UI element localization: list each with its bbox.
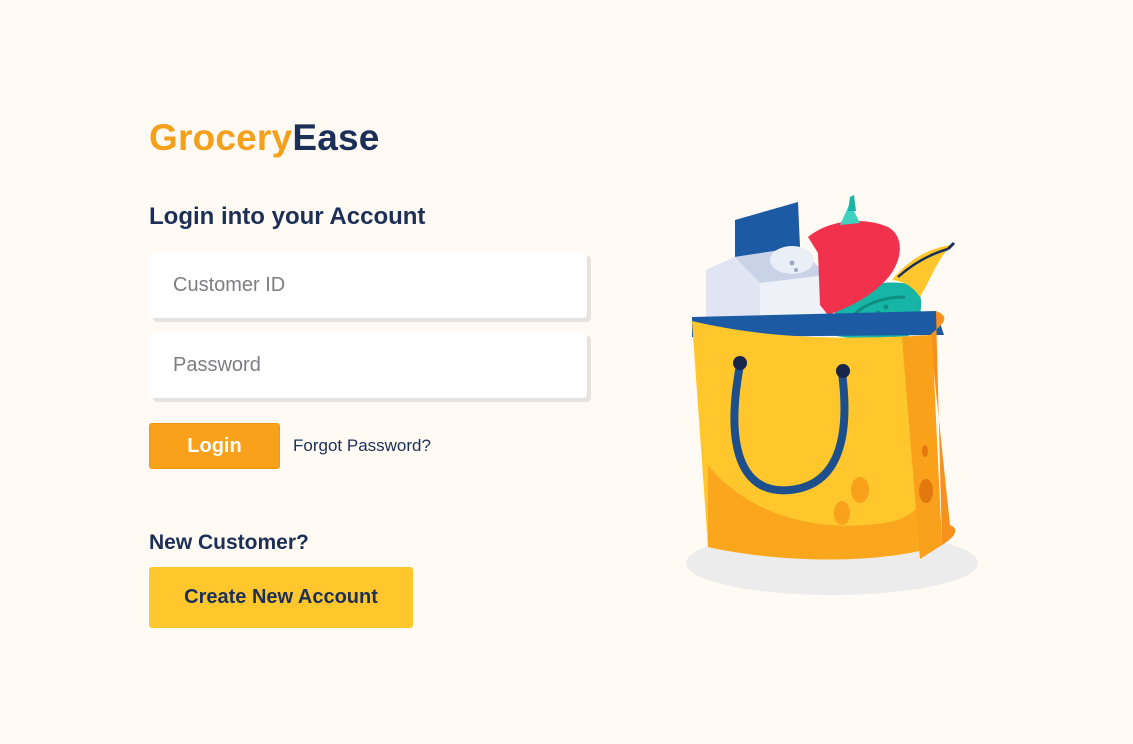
- brand-logo-part2: Ease: [292, 117, 380, 158]
- grocery-bag-icon: [686, 195, 978, 595]
- brand-logo: GroceryEase: [149, 117, 380, 159]
- login-heading: Login into your Account: [149, 203, 426, 230]
- brand-logo-part1: Grocery: [149, 117, 293, 158]
- password-input[interactable]: [149, 332, 587, 398]
- create-account-button[interactable]: Create New Account: [149, 567, 413, 628]
- login-button[interactable]: Login: [149, 423, 280, 469]
- new-customer-label: New Customer?: [149, 531, 309, 554]
- forgot-password-link[interactable]: Forgot Password?: [293, 436, 431, 456]
- customer-id-input[interactable]: [149, 252, 587, 318]
